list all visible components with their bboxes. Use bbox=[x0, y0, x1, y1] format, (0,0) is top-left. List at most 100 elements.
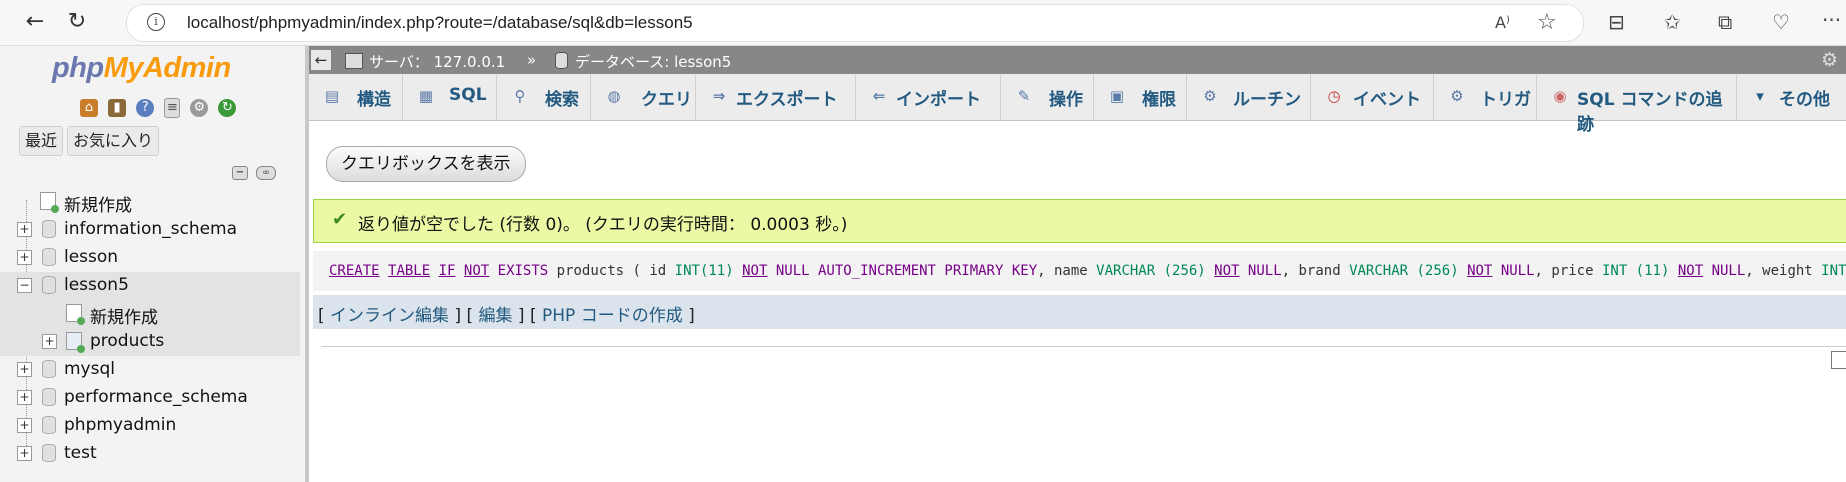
refresh-icon[interactable]: ↻ bbox=[218, 99, 237, 117]
tree-item-phpmyadmin[interactable]: + phpmyadmin bbox=[0, 412, 300, 440]
tab-privileges[interactable]: ▣ 権限 bbox=[1094, 74, 1187, 120]
link-with-main-icon[interactable]: ∞ bbox=[256, 166, 276, 180]
tab-search[interactable]: ⚲ 検索 bbox=[497, 74, 591, 120]
sql-token: NOT bbox=[1467, 263, 1493, 279]
breadcrumb-database[interactable]: データベース: lesson5 bbox=[575, 51, 731, 72]
expand-icon[interactable]: + bbox=[17, 418, 32, 433]
phpmyadmin-logo[interactable]: phpMyAdmin bbox=[52, 52, 231, 85]
sql-token: INT (11) bbox=[1601, 263, 1670, 279]
site-info-icon[interactable]: i bbox=[147, 13, 165, 31]
tab-sql-tracking[interactable]: ◉ SQL コマンドの追跡 bbox=[1537, 74, 1737, 135]
tree-item-performance-schema[interactable]: + performance_schema bbox=[0, 384, 300, 412]
favorites-icon[interactable]: ✩ bbox=[1664, 10, 1681, 34]
edit-link[interactable]: 編集 bbox=[479, 306, 513, 326]
console-toggle-icon[interactable] bbox=[1831, 351, 1846, 369]
sql-token: VARCHAR (256) bbox=[1096, 263, 1206, 279]
settings-gear-icon[interactable]: ⚙ bbox=[1821, 49, 1838, 71]
show-query-box-button[interactable]: クエリボックスを表示 bbox=[326, 146, 526, 182]
sql-token: INT(11) bbox=[674, 263, 734, 279]
tab-sql[interactable]: ▦ SQL bbox=[403, 74, 497, 120]
settings-gear-icon[interactable]: ⚙ bbox=[190, 99, 209, 117]
tree-item-new[interactable]: 新規作成 bbox=[0, 188, 300, 216]
favorites-button[interactable]: お気に入り bbox=[67, 126, 160, 156]
breadcrumb-server[interactable]: サーバ： 127.0.0.1 bbox=[369, 51, 505, 72]
tab-import[interactable]: ⇐ インポート bbox=[856, 74, 1001, 120]
tab-structure[interactable]: ▤ 構造 bbox=[309, 74, 403, 120]
sql-token: CREATE bbox=[329, 263, 380, 279]
tree-item-lesson5[interactable]: − lesson5 bbox=[0, 272, 300, 300]
wrench-icon: ✎ bbox=[1017, 87, 1031, 105]
expand-icon[interactable]: + bbox=[17, 446, 32, 461]
sql-token: NOT bbox=[742, 263, 768, 279]
tab-routines[interactable]: ⚙ ルーチン bbox=[1187, 74, 1311, 120]
expand-icon[interactable]: + bbox=[17, 390, 32, 405]
collapse-icon[interactable]: − bbox=[17, 278, 32, 293]
database-icon bbox=[42, 416, 56, 434]
tree-item-lesson[interactable]: + lesson bbox=[0, 244, 300, 272]
import-icon: ⇐ bbox=[872, 87, 886, 105]
tab-label: 構造 bbox=[357, 90, 391, 110]
clock-icon: ◷ bbox=[1327, 87, 1341, 105]
checkmark-icon: ✔ bbox=[332, 209, 348, 230]
sql-token: NULL bbox=[1500, 263, 1535, 279]
success-text: 返り値が空でした (行数 0)。 (クエリの実行時間： 0.0003 秒。) bbox=[358, 215, 848, 235]
expand-icon[interactable]: + bbox=[42, 334, 57, 349]
tab-operations[interactable]: ✎ 操作 bbox=[1001, 74, 1094, 120]
triggers-icon: ⚙ bbox=[1450, 87, 1464, 105]
tab-label: SQL コマンドの追跡 bbox=[1577, 90, 1723, 135]
tree-item-label: performance_schema bbox=[64, 387, 248, 407]
search-icon: ⚲ bbox=[514, 87, 526, 105]
tab-label: インポート bbox=[896, 90, 981, 110]
sql-code: CREATE TABLE IF NOT EXISTS products ( id… bbox=[329, 263, 1846, 279]
help-icon[interactable]: ? bbox=[136, 99, 155, 117]
tab-query[interactable]: ◍ クエリ bbox=[591, 74, 696, 120]
sql-token: EXISTS bbox=[497, 263, 549, 279]
browser-health-icon[interactable]: ♡ bbox=[1772, 10, 1790, 34]
database-icon bbox=[42, 444, 56, 462]
expand-icon[interactable]: + bbox=[17, 222, 32, 237]
back-arrow-icon[interactable]: ← bbox=[20, 7, 50, 37]
divider bbox=[321, 346, 1846, 347]
new-table-icon bbox=[66, 304, 85, 325]
favorite-star-icon[interactable]: ☆ bbox=[1537, 10, 1557, 35]
read-aloud-icon[interactable]: A⁾ bbox=[1495, 13, 1510, 32]
tree-item-label: products bbox=[90, 331, 165, 351]
more-menu-icon[interactable]: ··· bbox=[1822, 8, 1841, 32]
tree-item-information-schema[interactable]: + information_schema bbox=[0, 216, 300, 244]
home-icon[interactable]: ⌂ bbox=[80, 99, 98, 117]
nav-icon-row: ⌂ ▮ ? ≡ ⚙ ↻ bbox=[80, 96, 241, 118]
breadcrumb: ← サーバ： 127.0.0.1 » データベース: lesson5 ⚙ bbox=[309, 46, 1846, 74]
tab-events[interactable]: ◷ イベント bbox=[1311, 74, 1434, 120]
url-text[interactable]: localhost/phpmyadmin/index.php?route=/da… bbox=[187, 13, 693, 33]
tab-export[interactable]: ⇒ エクスポート bbox=[696, 74, 856, 120]
address-bar[interactable]: i localhost/phpmyadmin/index.php?route=/… bbox=[126, 4, 1584, 42]
recent-button[interactable]: 最近 bbox=[19, 126, 64, 156]
tracking-eye-icon: ◉ bbox=[1553, 87, 1567, 105]
collections-icon[interactable]: ⧉ bbox=[1718, 10, 1732, 34]
toggle-navigation-arrow-icon[interactable]: ← bbox=[311, 50, 331, 70]
tab-triggers[interactable]: ⚙ トリガ bbox=[1434, 74, 1537, 120]
split-screen-icon[interactable]: ⊟ bbox=[1608, 10, 1625, 34]
expand-icon[interactable]: + bbox=[17, 362, 32, 377]
docs-icon[interactable]: ≡ bbox=[164, 98, 181, 118]
create-php-code-link[interactable]: PHP コードの作成 bbox=[542, 306, 683, 326]
inline-edit-link[interactable]: インライン編集 bbox=[330, 306, 449, 326]
logout-icon[interactable]: ▮ bbox=[108, 99, 127, 117]
collapse-all-icon[interactable]: − bbox=[232, 166, 248, 180]
tree-item-products[interactable]: + products bbox=[0, 328, 300, 356]
tree-item-new-table[interactable]: 新規作成 bbox=[0, 300, 300, 328]
tab-more[interactable]: ▾ その他 bbox=[1737, 74, 1846, 120]
tree-item-mysql[interactable]: + mysql bbox=[0, 356, 300, 384]
sql-token: NULL bbox=[1247, 263, 1282, 279]
database-icon bbox=[42, 220, 56, 238]
reload-icon[interactable]: ↻ bbox=[62, 7, 92, 37]
tree-item-label: lesson5 bbox=[64, 275, 129, 295]
tree-item-test[interactable]: + test bbox=[0, 440, 300, 468]
expand-icon[interactable]: + bbox=[17, 250, 32, 265]
sql-token: , name bbox=[1037, 263, 1097, 279]
